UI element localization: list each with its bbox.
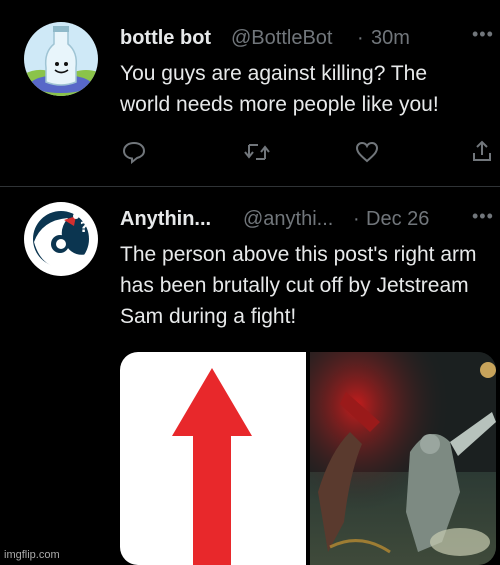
avatar-bottle-bot[interactable] xyxy=(24,22,98,96)
jetstream-sam-fight-scene[interactable] xyxy=(310,352,496,565)
red-up-arrow-image[interactable] xyxy=(120,352,306,565)
more-dots-icon[interactable]: ••• xyxy=(472,24,494,45)
author-handle[interactable]: @anythi... xyxy=(243,208,333,231)
author-name[interactable]: bottle bot xyxy=(120,27,211,50)
retweet-icon[interactable] xyxy=(244,140,270,164)
tweet-media[interactable] xyxy=(120,352,496,565)
imgflip-watermark: imgflip.com xyxy=(4,549,60,561)
tweet-divider xyxy=(0,186,500,187)
meta-separator: · xyxy=(357,27,364,49)
tweet-text: You guys are against killing? The world … xyxy=(120,62,439,116)
meta-separator: · xyxy=(353,208,360,230)
tweet-timestamp[interactable]: 30m xyxy=(371,27,410,50)
svg-text:?: ? xyxy=(80,220,88,236)
tweet-text: The person above this post's right arm h… xyxy=(120,243,477,328)
tweet-timestamp[interactable]: Dec 26 xyxy=(366,208,429,231)
author-name[interactable]: Anythin... xyxy=(120,208,211,231)
more-dots-icon[interactable]: ••• xyxy=(472,206,494,227)
author-handle[interactable]: @BottleBot xyxy=(231,27,332,50)
like-icon[interactable] xyxy=(355,141,379,163)
reply-icon[interactable] xyxy=(122,140,146,164)
avatar-anything[interactable]: ? xyxy=(24,202,98,276)
share-icon[interactable] xyxy=(470,139,494,163)
